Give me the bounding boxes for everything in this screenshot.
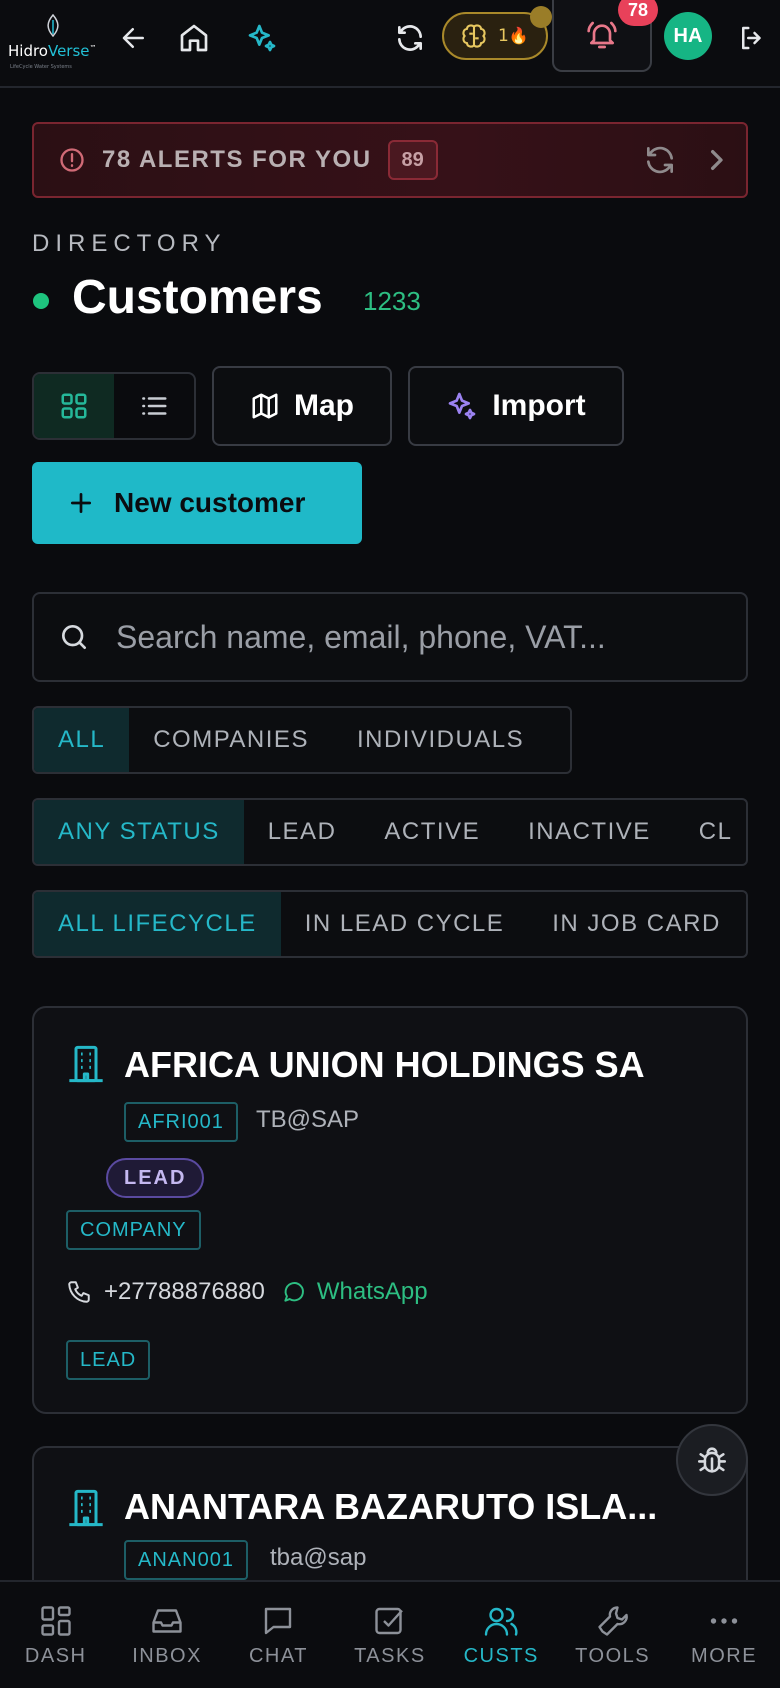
customer-code: ANAN001 xyxy=(124,1540,248,1580)
filter-status-active[interactable]: ACTIVE xyxy=(360,800,504,864)
type-filter: ALL COMPANIES INDIVIDUALS xyxy=(32,706,572,774)
lifecycle-stage-tag: LEAD xyxy=(66,1340,151,1380)
nav-custs-label: CUSTS xyxy=(463,1644,539,1667)
nav-more[interactable]: MORE xyxy=(668,1582,779,1688)
fire-icon: 🔥 xyxy=(508,26,529,45)
back-icon[interactable] xyxy=(114,18,154,58)
status-badge: LEAD xyxy=(106,1158,205,1198)
nav-tools[interactable]: TOOLS xyxy=(557,1582,668,1688)
building-icon xyxy=(69,1489,103,1527)
filter-lifecycle-lead[interactable]: IN LEAD CYCLE xyxy=(281,892,529,956)
import-button[interactable]: Import xyxy=(408,366,624,446)
tasks-icon xyxy=(375,1607,403,1634)
customer-name: AFRICA UNION HOLDINGS SA xyxy=(124,1044,645,1085)
alerts-count-badge: 89 xyxy=(387,140,438,180)
filter-status-any[interactable]: ANY STATUS xyxy=(34,800,244,864)
brand-tagline: LifeCycle Water Systems xyxy=(10,64,72,70)
search-input[interactable] xyxy=(116,618,706,656)
nav-inbox-label: INBOX xyxy=(132,1644,202,1667)
section-eyebrow: DIRECTORY xyxy=(32,230,227,257)
sync-icon[interactable] xyxy=(390,18,430,58)
nav-tasks-label: TASKS xyxy=(354,1644,426,1667)
whatsapp-icon xyxy=(284,1282,304,1302)
filter-type-individuals[interactable]: INDIVIDUALS xyxy=(333,708,548,772)
chevron-right-icon[interactable] xyxy=(696,140,736,180)
bottom-nav: DASH INBOX CHAT TASKS CUSTS TOOLS MORE xyxy=(0,1580,780,1688)
page-title: Customers xyxy=(72,271,323,324)
filter-type-all[interactable]: ALL xyxy=(34,708,130,772)
chat-icon xyxy=(265,1607,292,1634)
filter-lifecycle-all[interactable]: ALL LIFECYCLE xyxy=(34,892,281,956)
customer-phone[interactable]: +27788876880 xyxy=(104,1278,265,1306)
customer-name: ANANTARA BAZARUTO ISLA... xyxy=(124,1486,658,1527)
customer-type-tag: COMPANY xyxy=(66,1210,201,1250)
bell-icon xyxy=(587,21,617,49)
more-icon xyxy=(710,1617,738,1624)
map-label: Map xyxy=(294,389,354,422)
dashboard-icon xyxy=(40,1605,71,1636)
alert-circle-icon xyxy=(60,148,84,172)
new-customer-button[interactable]: New customer xyxy=(32,462,362,544)
refresh-alerts-icon[interactable] xyxy=(640,140,680,180)
filter-lifecycle-jobcard[interactable]: IN JOB CARD xyxy=(528,892,745,956)
app-logo[interactable]: HidroVerse™ LifeCycle Water Systems xyxy=(6,12,97,72)
list-view-button[interactable] xyxy=(114,374,194,438)
user-avatar[interactable]: HA xyxy=(664,12,712,60)
brain-icon xyxy=(462,24,486,48)
nav-inbox[interactable]: INBOX xyxy=(111,1582,222,1688)
nav-dash-label: DASH xyxy=(24,1644,87,1667)
ai-sparkle-icon[interactable] xyxy=(242,18,282,58)
notifications-badge: 78 xyxy=(618,0,658,26)
contact-row: +27788876880 WhatsApp xyxy=(66,1278,428,1306)
streak-count: 1 xyxy=(498,26,509,46)
lifecycle-filter: ALL LIFECYCLE IN LEAD CYCLE IN JOB CARD xyxy=(32,890,748,958)
customer-count: 1233 xyxy=(363,286,421,316)
building-icon xyxy=(69,1045,103,1083)
grid-view-button[interactable] xyxy=(34,374,114,438)
wrench-icon xyxy=(597,1605,628,1636)
view-toggle xyxy=(32,372,196,440)
nav-chat[interactable]: CHAT xyxy=(223,1582,334,1688)
home-icon[interactable] xyxy=(174,18,214,58)
map-button[interactable]: Map xyxy=(212,366,392,446)
nav-custs[interactable]: CUSTS xyxy=(446,1582,557,1688)
streak-indicator-dot xyxy=(530,6,552,28)
nav-tasks[interactable]: TASKS xyxy=(334,1582,445,1688)
status-dot xyxy=(33,293,49,309)
filter-status-closed[interactable]: CL xyxy=(675,800,746,864)
grid-icon xyxy=(61,393,87,419)
nav-tools-label: TOOLS xyxy=(575,1644,651,1667)
bug-icon xyxy=(697,1447,727,1473)
customer-code: AFRI001 xyxy=(124,1102,238,1142)
new-customer-label: New customer xyxy=(114,487,306,518)
users-icon xyxy=(485,1607,518,1636)
map-icon xyxy=(252,393,278,419)
nav-chat-label: CHAT xyxy=(248,1644,308,1667)
alerts-banner[interactable]: 78 ALERTS FOR YOU 89 xyxy=(32,122,748,198)
customer-card[interactable]: AFRICA UNION HOLDINGS SA AFRI001 TB@SAP … xyxy=(32,1006,748,1414)
brand-name: HidroVerse™ xyxy=(8,42,97,60)
filter-status-inactive[interactable]: INACTIVE xyxy=(504,800,675,864)
debug-button[interactable] xyxy=(676,1424,748,1496)
plus-icon xyxy=(70,492,92,514)
nav-more-label: MORE xyxy=(691,1644,758,1667)
search-icon xyxy=(62,625,86,649)
filter-type-companies[interactable]: COMPANIES xyxy=(129,708,333,772)
nav-dash[interactable]: DASH xyxy=(0,1582,111,1688)
sparkle-icon xyxy=(448,392,476,420)
inbox-icon xyxy=(152,1608,182,1633)
phone-icon xyxy=(68,1281,90,1303)
customer-email: TB@SAP xyxy=(256,1106,360,1133)
filter-status-lead[interactable]: LEAD xyxy=(244,800,361,864)
logout-icon[interactable] xyxy=(732,18,772,58)
search-box xyxy=(32,592,748,682)
logo-leaf-icon xyxy=(47,14,59,38)
top-bar: HidroVerse™ LifeCycle Water Systems 1🔥 7… xyxy=(0,0,780,88)
status-filter: ANY STATUS LEAD ACTIVE INACTIVE CL xyxy=(32,798,748,866)
import-label: Import xyxy=(492,389,586,422)
customer-email: tba@sap xyxy=(270,1544,367,1571)
alerts-label: 78 ALERTS FOR YOU xyxy=(102,146,372,173)
whatsapp-link[interactable]: WhatsApp xyxy=(317,1278,428,1306)
list-icon xyxy=(142,397,167,415)
